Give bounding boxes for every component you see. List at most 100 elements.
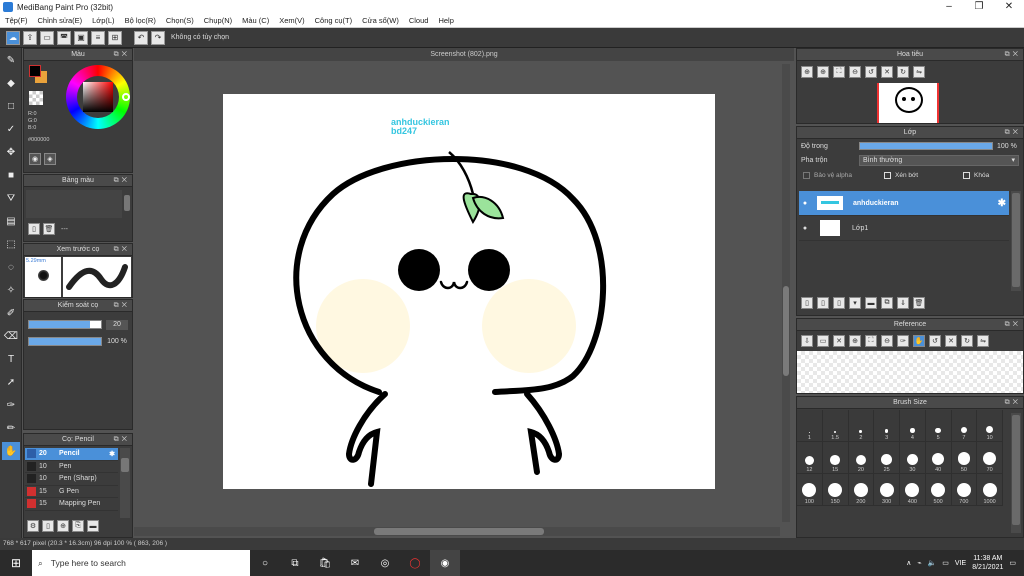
pen-icon[interactable]: ✏ — [2, 419, 20, 437]
new-folder-icon[interactable]: ▬ — [865, 297, 877, 309]
brush-size-cell[interactable]: 3 — [874, 410, 900, 442]
fill-brush-icon[interactable]: ✓ — [2, 120, 20, 138]
text-icon[interactable]: T — [2, 350, 20, 368]
taskbar-clock[interactable]: 11:38 AM 8/21/2021 — [972, 554, 1003, 572]
menu-layer[interactable]: Lớp(L) — [87, 16, 119, 25]
ref-zoom-out-icon[interactable]: ⊖ — [881, 335, 893, 347]
eyedropper-icon[interactable]: ✑ — [2, 396, 20, 414]
select-icon[interactable]: ⬚ — [2, 235, 20, 253]
brush-size-cell[interactable]: 40 — [925, 442, 952, 474]
new-layer-icon[interactable]: ▯ — [801, 297, 813, 309]
add-layer-menu-icon[interactable]: ▾ — [849, 297, 861, 309]
operation-icon[interactable]: ➚ — [2, 373, 20, 391]
magic-wand-icon[interactable]: ✧ — [2, 281, 20, 299]
menu-window[interactable]: Cửa sổ(W) — [357, 16, 404, 25]
list-icon[interactable]: ≡ — [91, 30, 105, 45]
brush-size-cell[interactable]: 700 — [951, 474, 978, 506]
hand-icon[interactable]: ✋ — [2, 442, 20, 460]
brush-icon[interactable]: ✎ — [2, 51, 20, 69]
windows-start-icon[interactable]: ⊞ — [0, 550, 32, 576]
document-tab[interactable]: Screenshot (802).png — [134, 48, 794, 61]
new-halftone-layer-icon[interactable]: ▯ — [817, 297, 829, 309]
new-brush-icon[interactable]: ▯ — [42, 520, 54, 532]
brush-size-cell[interactable]: 7 — [951, 410, 978, 442]
menu-capture[interactable]: Chụp(N) — [199, 16, 237, 25]
lock-checkbox[interactable] — [963, 171, 970, 179]
brush-size-cell[interactable]: 30 — [900, 442, 926, 474]
ref-eyedropper-icon[interactable]: ✑ — [897, 335, 909, 347]
dot-icon[interactable]: □ — [2, 97, 20, 115]
brush-list-item[interactable]: 10 Pen (Sharp) — [25, 473, 118, 486]
zoom-out-icon[interactable]: ⊖ — [849, 66, 861, 78]
flip-icon[interactable]: ⇋ — [913, 66, 925, 78]
transparent-swatch[interactable] — [29, 91, 43, 105]
new-palette-icon[interactable]: ▯ — [28, 223, 40, 235]
gear-icon[interactable]: ✱ — [998, 198, 1006, 209]
speaker-icon[interactable]: 🔈 — [928, 559, 937, 567]
protect-alpha-checkbox[interactable] — [803, 171, 810, 179]
open-folder-icon[interactable]: ▭ — [817, 335, 829, 347]
navigator-thumbnail[interactable] — [877, 83, 939, 123]
menu-tools[interactable]: Công cụ(T) — [310, 16, 358, 25]
select-eraser-icon[interactable]: ⌫ — [2, 327, 20, 345]
comment-icon[interactable]: ◚ — [57, 30, 71, 45]
brush-size-cell[interactable]: 300 — [874, 474, 900, 506]
redo-icon[interactable]: ↷ — [151, 30, 165, 45]
brush-size-cell[interactable]: 2 — [848, 410, 875, 442]
ref-reset-icon[interactable]: ✕ — [945, 335, 957, 347]
eye-icon[interactable]: ● — [799, 200, 811, 207]
reference-canvas[interactable] — [797, 351, 1023, 393]
vertical-scroll-thumb[interactable] — [783, 286, 789, 376]
eye-icon[interactable]: ● — [799, 225, 811, 232]
cortana-icon[interactable]: ○ — [250, 550, 280, 576]
ref-flip-icon[interactable]: ⇋ — [977, 335, 989, 347]
zoom-in-alt-icon[interactable]: ⊕ — [817, 66, 829, 78]
chat-icon[interactable]: ▭ — [40, 30, 54, 45]
select-pen-icon[interactable]: ✐ — [2, 304, 20, 322]
gear-icon[interactable]: ✱ — [109, 450, 115, 458]
close-button[interactable]: ✕ — [994, 0, 1024, 14]
opera-icon[interactable]: ◯ — [400, 550, 430, 576]
brush-size-cell[interactable]: 100 — [797, 474, 823, 506]
actual-size-icon[interactable]: ✕ — [881, 66, 893, 78]
notification-icon[interactable]: ▭ — [1009, 559, 1016, 567]
grid-icon[interactable]: ⊞ — [108, 30, 122, 45]
canvas-horizontal-scrollbar[interactable] — [134, 527, 780, 536]
brush-size-cell[interactable]: 5 — [925, 410, 952, 442]
menu-edit[interactable]: Chỉnh sửa(E) — [33, 16, 88, 25]
menu-help[interactable]: Help — [433, 16, 458, 25]
lasso-icon[interactable]: ◌ — [2, 258, 20, 276]
cloud-download-icon[interactable]: ⇩ — [801, 335, 813, 347]
ref-rotate-left-icon[interactable]: ↺ — [929, 335, 941, 347]
shape-icon[interactable]: ■ — [2, 166, 20, 184]
layer-item[interactable]: ● Lớp1 — [799, 216, 1009, 241]
merge-layer-icon[interactable]: ⇓ — [897, 297, 909, 309]
network-icon[interactable]: ⌁ — [917, 559, 921, 567]
gradient-icon[interactable]: ▤ — [2, 212, 20, 230]
ref-hand-icon[interactable]: ✋ — [913, 335, 925, 347]
chevron-up-icon[interactable]: ∧ — [906, 559, 911, 567]
brush-size-cell[interactable]: 400 — [900, 474, 926, 506]
layer-opacity-slider[interactable] — [859, 142, 993, 150]
task-view-icon[interactable]: ⧉ — [280, 550, 310, 576]
hue-marker[interactable] — [122, 93, 130, 101]
language-indicator[interactable]: VIE — [955, 560, 966, 567]
brush-list-item[interactable]: 10 Pen — [25, 461, 118, 473]
drawing-canvas[interactable]: anhduckieran bd247 — [223, 94, 715, 489]
brush-size-cell[interactable]: 1.5 — [822, 410, 849, 442]
layer-scrollbar[interactable] — [1011, 191, 1021, 291]
brush-size-cell[interactable]: 1 — [797, 410, 823, 442]
brush-size-cell[interactable]: 15 — [822, 442, 849, 474]
brush-size-cell[interactable]: 12 — [797, 442, 823, 474]
palette-scrollbar[interactable] — [124, 195, 130, 211]
menu-cloud[interactable]: Cloud — [404, 16, 434, 25]
zoom-in-icon[interactable]: ⊕ — [801, 66, 813, 78]
color-wheel[interactable] — [66, 65, 130, 129]
duplicate-layer-icon[interactable]: ⧉ — [881, 297, 893, 309]
brush-list-scrollbar[interactable] — [120, 448, 130, 518]
palette-area[interactable] — [26, 190, 122, 218]
battery-icon[interactable]: ▭ — [942, 559, 949, 567]
add-brush-icon[interactable]: ⊕ — [57, 520, 69, 532]
fit-icon[interactable]: ⛶ — [833, 66, 845, 78]
minimize-button[interactable]: – — [934, 0, 964, 14]
